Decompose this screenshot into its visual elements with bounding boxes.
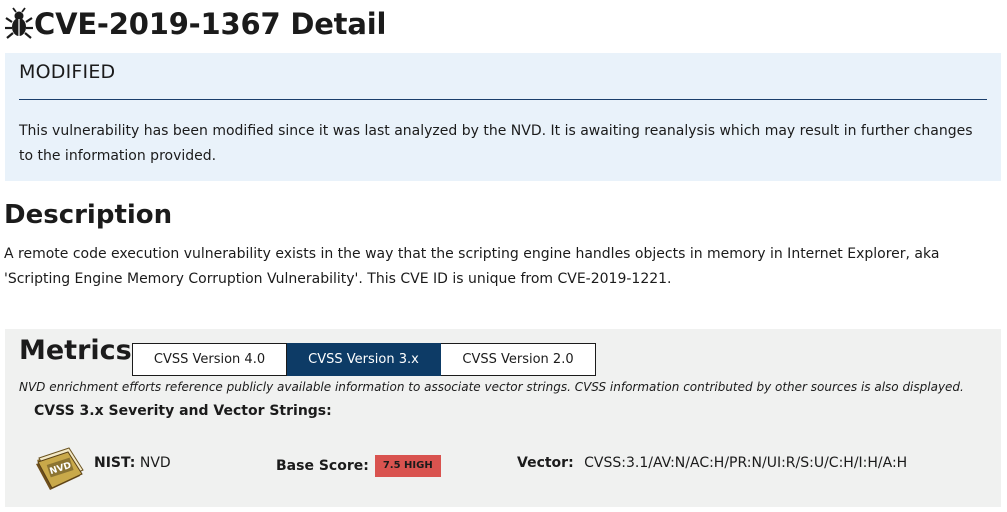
modified-heading: MODIFIED [19, 61, 116, 83]
page-title: CVE-2019-1367 Detail [34, 7, 387, 41]
tab-cvss-3-x[interactable]: CVSS Version 3.x [287, 343, 441, 376]
base-score-label: Base Score: [276, 458, 369, 474]
modified-notice: MODIFIED This vulnerability has been mod… [5, 53, 1001, 181]
vector-label: Vector: [517, 455, 574, 471]
modified-divider [19, 99, 987, 100]
nvd-logo: NVD [33, 446, 85, 492]
metrics-heading: Metrics [19, 335, 132, 366]
description-heading: Description [4, 200, 173, 230]
base-score: Base Score: 7.5 HIGH [276, 455, 441, 477]
vector-value[interactable]: CVSS:3.1/AV:N/AC:H/PR:N/UI:R/S:U/C:H/I:H… [584, 455, 907, 471]
page: CVE-2019-1367 Detail MODIFIED This vulne… [0, 0, 1007, 512]
nist-value: NVD [139, 455, 171, 471]
modified-text: This vulnerability has been modified sin… [19, 123, 973, 164]
vector-string: Vector: CVSS:3.1/AV:N/AC:H/PR:N/UI:R/S:U… [517, 455, 907, 471]
severity-heading: CVSS 3.x Severity and Vector Strings: [34, 403, 332, 419]
nist-label: NIST: [94, 455, 136, 471]
tab-cvss-2-0[interactable]: CVSS Version 2.0 [441, 343, 596, 376]
description-text: A remote code execution vulnerability ex… [4, 246, 940, 287]
severity-badge[interactable]: 7.5 HIGH [374, 455, 441, 477]
metrics-panel: Metrics CVSS Version 4.0 CVSS Version 3.… [5, 329, 1001, 507]
enrichment-note: NVD enrichment efforts reference publicl… [19, 380, 964, 394]
bug-icon [4, 7, 34, 41]
nist-source: NIST: NVD [94, 455, 171, 471]
tab-cvss-4-0[interactable]: CVSS Version 4.0 [132, 343, 287, 376]
title-row: CVE-2019-1367 Detail [4, 4, 386, 44]
cvss-version-tabs: CVSS Version 4.0 CVSS Version 3.x CVSS V… [132, 343, 596, 376]
